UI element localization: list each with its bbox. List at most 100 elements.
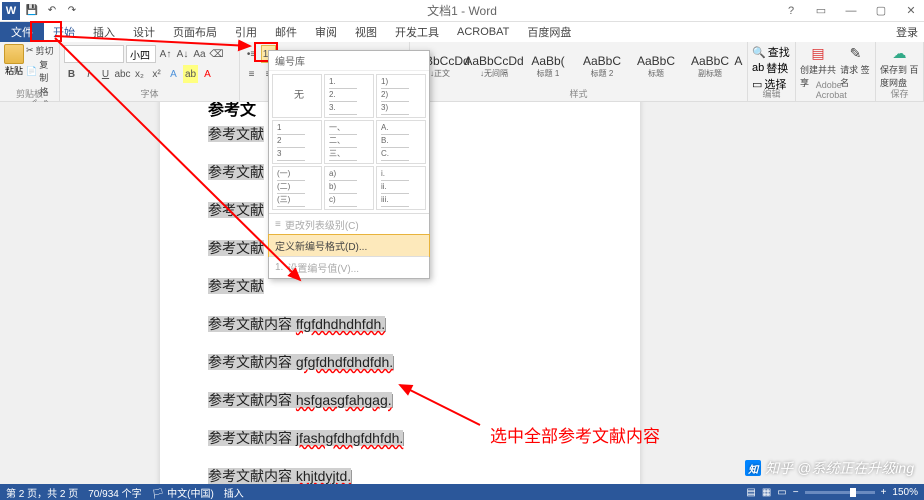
- paste-icon: [4, 44, 24, 64]
- numdrop-option[interactable]: (一) (二) (三): [272, 166, 322, 210]
- underline-icon[interactable]: U: [98, 65, 113, 83]
- cut-button[interactable]: ✂ 剪切: [26, 44, 55, 57]
- numdrop-header: 编号库: [269, 51, 429, 71]
- tab-acrobat[interactable]: ACROBAT: [448, 22, 518, 42]
- tab-baidu[interactable]: 百度网盘: [518, 22, 580, 42]
- style-item[interactable]: AaBbCcDd不明显强调: [738, 44, 743, 88]
- view-read-icon[interactable]: ▤: [746, 487, 755, 498]
- clear-format-icon[interactable]: ⌫: [209, 45, 224, 63]
- highlight-icon[interactable]: ab: [183, 65, 198, 83]
- qat-redo-icon[interactable]: ↷: [64, 3, 80, 19]
- copy-button[interactable]: 📄 复制: [26, 58, 55, 84]
- help-icon[interactable]: ?: [780, 2, 802, 20]
- status-words[interactable]: 70/934 个字: [88, 485, 141, 500]
- sign-icon: ✎: [847, 44, 865, 62]
- doc-reference-line: 参考文献内容 khjtdyjtd.: [208, 466, 592, 484]
- zoom-value[interactable]: 150%: [892, 487, 918, 498]
- zoom-in-icon[interactable]: +: [881, 487, 887, 498]
- style-item[interactable]: AaBbC副标题: [684, 44, 736, 88]
- font-size-select[interactable]: 小四: [126, 45, 156, 63]
- minimize-icon[interactable]: —: [840, 2, 862, 20]
- tab-developer[interactable]: 开发工具: [386, 22, 448, 42]
- watermark: 知 知乎 @系统正在升级ing: [745, 458, 914, 478]
- doc-partial-5: 参考文献: [208, 278, 264, 294]
- style-item[interactable]: AaBbC标题 2: [576, 44, 628, 88]
- doc-reference-line: 参考文献内容 hsfgasgfahgag.: [208, 390, 592, 410]
- numdrop-option[interactable]: 一、 二、 三、: [324, 120, 374, 164]
- numdrop-option[interactable]: i. ii. iii.: [376, 166, 426, 210]
- text-effect-icon[interactable]: A: [166, 65, 181, 83]
- zoom-out-icon[interactable]: −: [793, 487, 799, 498]
- bullets-icon[interactable]: •≡: [244, 45, 259, 63]
- group-label-clipboard: 剪贴板: [16, 87, 43, 100]
- status-bar: 第 2 页，共 2 页 70/934 个字 🏳 中文(中国) 插入 ▤ ▦ ▭ …: [0, 484, 924, 500]
- font-family-select[interactable]: [64, 45, 124, 63]
- align-left-icon[interactable]: ≡: [244, 65, 259, 83]
- numdrop-none[interactable]: 无: [272, 74, 322, 118]
- baidu-save-button[interactable]: ☁保存到 百度网盘: [880, 44, 919, 89]
- tab-review[interactable]: 审阅: [306, 22, 346, 42]
- login-link[interactable]: 登录: [896, 24, 918, 40]
- numdrop-set-value: 1. 设置编号值(V)...: [269, 256, 429, 278]
- doc-reference-line: 参考文献内容 gfgfdhdfdhdfdh.: [208, 352, 592, 372]
- doc-reference-line: 参考文献内容 ffgfdhdhdhfdh.: [208, 314, 592, 334]
- style-item[interactable]: AaBb(标题 1: [522, 44, 574, 88]
- close-icon[interactable]: ✕: [900, 2, 922, 20]
- numdrop-option[interactable]: 1. 2. 3.: [324, 74, 374, 118]
- find-button[interactable]: 🔍 查找: [752, 44, 791, 60]
- change-case-icon[interactable]: Aa: [192, 45, 207, 63]
- tab-design[interactable]: 设计: [124, 22, 164, 42]
- ribbon-options-icon[interactable]: ▭: [810, 2, 832, 20]
- bold-icon[interactable]: B: [64, 65, 79, 83]
- group-label-edit: 编辑: [762, 87, 780, 100]
- numdrop-option[interactable]: 1 2 3: [272, 120, 322, 164]
- group-label-styles: 样式: [569, 87, 587, 100]
- status-lang[interactable]: 🏳 中文(中国): [152, 485, 214, 500]
- style-item[interactable]: AaBbC标题: [630, 44, 682, 88]
- group-adobe: ▤创建并共享 ✎请求 签名 Adobe Acrobat: [796, 42, 876, 101]
- numdrop-option[interactable]: 1) 2) 3): [376, 74, 426, 118]
- tab-layout[interactable]: 页面布局: [164, 22, 226, 42]
- strike-icon[interactable]: abc: [115, 65, 130, 83]
- cloud-icon: ☁: [891, 44, 909, 62]
- group-font: 小四 A↑ A↓ Aa ⌫ B I U abc x₂ x² A ab A 字体: [60, 42, 240, 101]
- tab-home[interactable]: 开始: [44, 22, 84, 42]
- status-page[interactable]: 第 2 页，共 2 页: [6, 485, 78, 500]
- view-print-icon[interactable]: ▦: [762, 487, 771, 498]
- subscript-icon[interactable]: x₂: [132, 65, 147, 83]
- view-web-icon[interactable]: ▭: [777, 487, 786, 498]
- group-editing: 🔍 查找 ab 替换 ▭ 选择 编辑: [748, 42, 796, 101]
- tab-file[interactable]: 文件: [0, 22, 44, 42]
- qat-save-icon[interactable]: 💾: [24, 3, 40, 19]
- qat-undo-icon[interactable]: ↶: [44, 3, 60, 19]
- numbering-dropdown: 编号库 无1. 2. 3. 1) 2) 3) 1 2 3 一、 二、 三、 A.…: [268, 50, 430, 279]
- window-title: 文档1 - Word: [427, 2, 497, 19]
- document-area[interactable]: 参考文 参考文献 参考文献 参考文献 参考文献 参考文献 参考文献内容 ffgf…: [0, 102, 924, 484]
- font-color-icon[interactable]: A: [200, 65, 215, 83]
- numdrop-option[interactable]: A. B. C.: [376, 120, 426, 164]
- tab-insert[interactable]: 插入: [84, 22, 124, 42]
- grow-font-icon[interactable]: A↑: [158, 45, 173, 63]
- group-label-baidu: 保存: [890, 87, 908, 100]
- group-label-font: 字体: [140, 87, 158, 100]
- tab-references[interactable]: 引用: [226, 22, 266, 42]
- numdrop-change-level: ≡ 更改列表级别(C): [269, 213, 429, 235]
- group-label-adobe: Adobe Acrobat: [816, 80, 856, 100]
- status-mode[interactable]: 插入: [224, 485, 244, 500]
- style-item[interactable]: AaBbCcDd↓无间隔: [468, 44, 520, 88]
- numdrop-define-new[interactable]: 定义新编号格式(D)...: [268, 234, 430, 257]
- maximize-icon[interactable]: ▢: [870, 2, 892, 20]
- numdrop-option[interactable]: a) b) c): [324, 166, 374, 210]
- tab-mailings[interactable]: 邮件: [266, 22, 306, 42]
- italic-icon[interactable]: I: [81, 65, 96, 83]
- group-clipboard: 粘贴 ✂ 剪切 📄 复制 🖌 格式刷 剪贴板: [0, 42, 60, 101]
- shrink-font-icon[interactable]: A↓: [175, 45, 190, 63]
- replace-button[interactable]: ab 替换: [752, 60, 791, 76]
- pdf-icon: ▤: [809, 44, 827, 62]
- zoom-slider[interactable]: [805, 491, 875, 494]
- tab-view[interactable]: 视图: [346, 22, 386, 42]
- doc-partial-2: 参考文献: [208, 164, 264, 180]
- superscript-icon[interactable]: x²: [149, 65, 164, 83]
- zhihu-icon: 知: [745, 460, 761, 476]
- annotation-text: 选中全部参考文献内容: [490, 422, 660, 447]
